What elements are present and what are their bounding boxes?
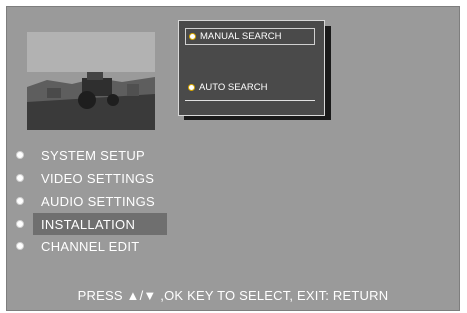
radio-dot-icon xyxy=(188,84,195,91)
popup-divider xyxy=(185,100,315,101)
radio-dot-icon xyxy=(189,33,196,40)
menu-item-label: SYSTEM SETUP xyxy=(41,147,146,163)
manual-search-label: MANUAL SEARCH xyxy=(200,31,282,42)
menu-item-installation[interactable]: INSTALLATION xyxy=(7,213,207,235)
preview-image xyxy=(27,32,155,130)
menu-item-label: VIDEO SETTINGS xyxy=(41,170,155,186)
menu-item-audio-settings[interactable]: AUDIO SETTINGS xyxy=(7,190,207,212)
bullet-icon xyxy=(16,197,24,205)
footer-hint: PRESS ▲/▼ ,OK KEY TO SELECT, EXIT: RETUR… xyxy=(77,288,389,303)
menu-item-label: AUDIO SETTINGS xyxy=(41,193,155,209)
tv-menu-screen: MANUAL SEARCH AUTO SEARCH SYSTEM SETUP V… xyxy=(6,6,460,311)
menu-item-video-settings[interactable]: VIDEO SETTINGS xyxy=(7,167,207,189)
auto-search-label: AUTO SEARCH xyxy=(199,82,268,93)
menu-item-channel-edit[interactable]: CHANNEL EDIT xyxy=(7,235,207,257)
manual-search-item[interactable]: MANUAL SEARCH xyxy=(185,28,315,45)
installation-submenu: MANUAL SEARCH AUTO SEARCH xyxy=(178,20,325,116)
menu-item-label: INSTALLATION xyxy=(41,216,136,232)
menu-item-system-setup[interactable]: SYSTEM SETUP xyxy=(7,144,207,166)
video-preview xyxy=(27,32,155,130)
bullet-icon xyxy=(16,151,24,159)
bullet-icon xyxy=(16,220,24,228)
bullet-icon xyxy=(16,242,24,250)
menu-item-label: CHANNEL EDIT xyxy=(41,238,140,254)
auto-search-item[interactable]: AUTO SEARCH xyxy=(185,79,315,96)
bullet-icon xyxy=(16,174,24,182)
